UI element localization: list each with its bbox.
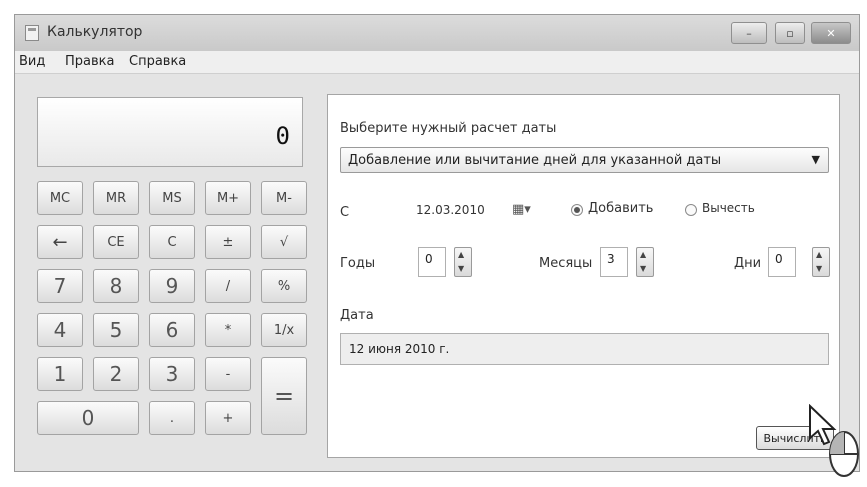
result-value: 12 июня 2010 г.	[349, 342, 450, 356]
result-label: Дата	[340, 308, 374, 323]
spinner-arrows-icon[interactable]: ▲ ▼	[812, 247, 830, 277]
months-input[interactable]: 3	[600, 247, 628, 277]
subtract-radio[interactable]	[685, 204, 697, 216]
date-calc-mode-select[interactable]: Добавление или вычитание дней для указан…	[340, 147, 829, 173]
months-label: Месяцы	[539, 256, 593, 271]
calculator-app-icon	[25, 25, 39, 41]
display-value: 0	[275, 122, 290, 150]
close-button[interactable]: ✕	[811, 22, 851, 44]
add-radio[interactable]	[571, 204, 583, 216]
menu-help[interactable]: Справка	[129, 54, 186, 69]
minimize-button[interactable]: –	[731, 22, 767, 44]
calculator-window: Калькулятор – ▫ ✕ Вид Правка Справка 0 M…	[14, 14, 860, 472]
key-divide[interactable]: /	[205, 269, 251, 303]
spinner-arrows-icon[interactable]: ▲ ▼	[454, 247, 472, 277]
key-mc[interactable]: MC	[37, 181, 83, 215]
from-date-picker[interactable]: 12.03.2010 ▦▾	[416, 199, 556, 223]
key-percent[interactable]: %	[261, 269, 307, 303]
date-calc-mode-value: Добавление или вычитание дней для указан…	[348, 153, 722, 168]
days-input[interactable]: 0	[768, 247, 796, 277]
menu-edit[interactable]: Правка	[65, 54, 114, 69]
key-add[interactable]: +	[205, 401, 251, 435]
key-m-minus[interactable]: M-	[261, 181, 307, 215]
title-bar[interactable]: Калькулятор – ▫ ✕	[15, 15, 859, 51]
calendar-icon[interactable]: ▦▾	[512, 202, 531, 217]
key-4[interactable]: 4	[37, 313, 83, 347]
add-radio-label[interactable]: Добавить	[588, 201, 653, 216]
key-plus-minus[interactable]: ±	[205, 225, 251, 259]
maximize-button[interactable]: ▫	[775, 22, 805, 44]
key-reciprocal[interactable]: 1/x	[261, 313, 307, 347]
years-label: Годы	[340, 256, 376, 271]
calculator-display: 0	[37, 97, 303, 167]
result-field[interactable]: 12 июня 2010 г.	[340, 333, 829, 365]
key-2[interactable]: 2	[93, 357, 139, 391]
key-5[interactable]: 5	[93, 313, 139, 347]
key-mr[interactable]: MR	[93, 181, 139, 215]
key-c[interactable]: C	[149, 225, 195, 259]
from-date-value: 12.03.2010	[416, 203, 485, 217]
key-8[interactable]: 8	[93, 269, 139, 303]
key-6[interactable]: 6	[149, 313, 195, 347]
key-7[interactable]: 7	[37, 269, 83, 303]
key-backspace[interactable]: ←	[37, 225, 83, 259]
key-ce[interactable]: CE	[93, 225, 139, 259]
key-3[interactable]: 3	[149, 357, 195, 391]
key-ms[interactable]: MS	[149, 181, 195, 215]
key-subtract[interactable]: -	[205, 357, 251, 391]
key-decimal[interactable]: .	[149, 401, 195, 435]
window-title: Калькулятор	[47, 24, 143, 40]
key-1[interactable]: 1	[37, 357, 83, 391]
date-calc-prompt: Выберите нужный расчет даты	[340, 121, 557, 136]
chevron-down-icon[interactable]: ▼	[812, 153, 820, 166]
key-sqrt[interactable]: √	[261, 225, 307, 259]
key-m-plus[interactable]: M+	[205, 181, 251, 215]
menu-view[interactable]: Вид	[19, 54, 45, 69]
days-value: 0	[775, 252, 783, 266]
key-multiply[interactable]: *	[205, 313, 251, 347]
key-equals[interactable]: =	[261, 357, 307, 435]
years-value: 0	[425, 252, 433, 266]
from-date-label: С	[340, 205, 350, 220]
menu-bar: Вид Правка Справка	[15, 51, 859, 74]
years-input[interactable]: 0	[418, 247, 446, 277]
key-9[interactable]: 9	[149, 269, 195, 303]
mouse-pointer-icon	[809, 404, 859, 477]
days-label: Дни	[734, 256, 762, 271]
key-0[interactable]: 0	[37, 401, 139, 435]
date-calculation-panel: Выберите нужный расчет даты Добавление и…	[327, 94, 840, 458]
months-value: 3	[607, 252, 615, 266]
subtract-radio-label[interactable]: Вычесть	[702, 201, 755, 215]
spinner-arrows-icon[interactable]: ▲ ▼	[636, 247, 654, 277]
